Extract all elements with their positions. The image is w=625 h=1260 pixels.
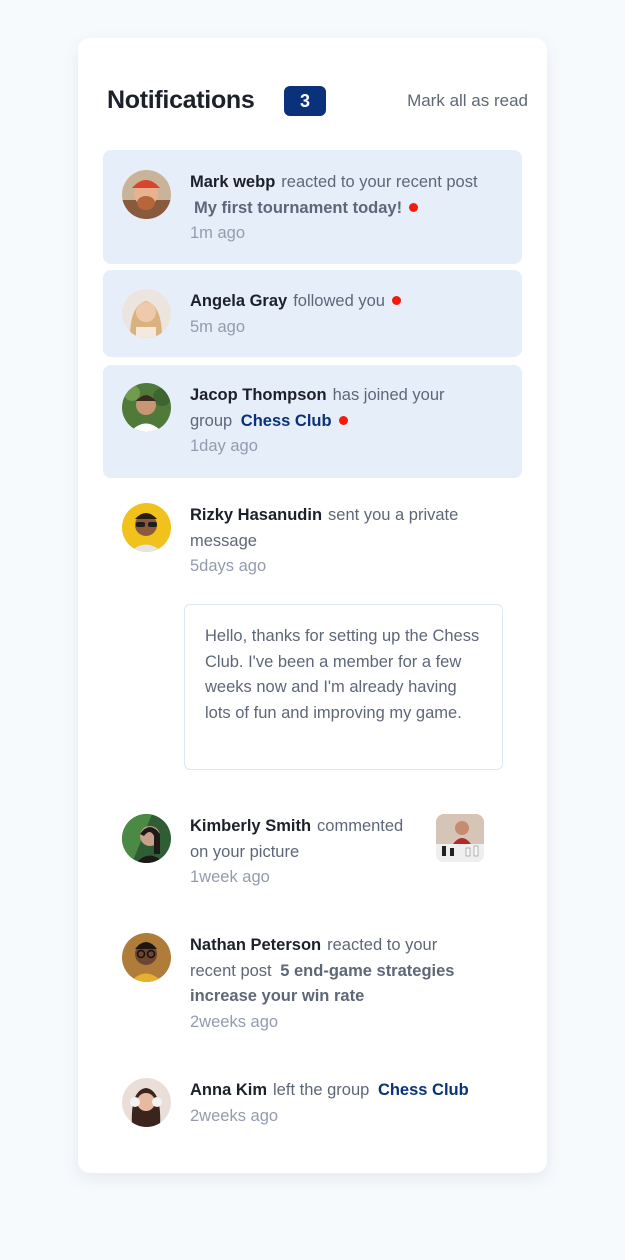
notification-time: 2weeks ago (190, 1106, 279, 1125)
notification-item[interactable]: Anna Kim left the group Chess Club 2weeks… (103, 1059, 522, 1149)
notification-action: reacted to your recent post (281, 173, 478, 191)
notification-author[interactable]: Nathan Peterson (190, 936, 321, 954)
notification-author[interactable]: Mark webp (190, 173, 275, 191)
avatar[interactable] (122, 289, 171, 338)
notification-item[interactable]: Rizky Hasanudin sent you a private messag… (103, 484, 522, 584)
notification-group-link[interactable]: Chess Club (378, 1081, 469, 1099)
avatar-jacop-thompson-icon (122, 383, 171, 432)
notification-group-link[interactable]: Chess Club (241, 412, 332, 430)
chess-photo-icon (436, 814, 484, 862)
notifications-header: Notifications 3 Mark all as read (107, 84, 528, 116)
avatar-nathan-peterson-icon (122, 933, 171, 982)
notification-author[interactable]: Rizky Hasanudin (190, 506, 322, 524)
unread-dot (338, 415, 348, 425)
page-title: Notifications (107, 86, 255, 114)
notification-author[interactable]: Angela Gray (190, 292, 287, 310)
notification-author[interactable]: Jacop Thompson (190, 386, 327, 404)
avatar[interactable] (122, 170, 171, 219)
avatar-kimberly-smith-icon (122, 814, 171, 863)
avatar-angela-gray-icon (122, 289, 171, 338)
avatar-mark-webp-icon (122, 170, 171, 219)
notification-time: 5days ago (190, 557, 267, 575)
private-message-preview[interactable]: Hello, thanks for setting up the Chess C… (184, 604, 503, 770)
notification-item[interactable]: Jacop Thompson has joined your group Ches… (103, 365, 522, 478)
avatar[interactable] (122, 814, 171, 863)
notification-item[interactable]: Mark webp reacted to your recent post My … (103, 150, 522, 264)
avatar[interactable] (122, 383, 171, 432)
notification-time: 5m ago (190, 317, 246, 336)
notification-time: 1week ago (190, 868, 270, 886)
notification-time: 2weeks ago (190, 1012, 279, 1031)
notification-time: 1day ago (190, 437, 258, 455)
unread-count-badge: 3 (284, 86, 326, 116)
notification-author[interactable]: Kimberly Smith (190, 817, 311, 835)
commented-picture-thumbnail[interactable] (436, 814, 484, 862)
unread-dot (409, 202, 419, 212)
notification-time: 1m ago (190, 224, 246, 242)
mark-all-read-button[interactable]: Mark all as read (407, 90, 528, 112)
notification-post-link[interactable]: My first tournament today! (194, 199, 402, 217)
avatar-rizky-hasanudin-icon (122, 503, 171, 552)
notifications-card: Notifications 3 Mark all as read Mark we… (78, 38, 547, 1173)
notification-item[interactable]: Nathan Peterson reacted to your recent po… (103, 914, 522, 1032)
avatar-anna-kim-icon (122, 1078, 171, 1127)
notification-item[interactable]: Angela Gray followed you 5m ago (103, 270, 522, 357)
avatar[interactable] (122, 933, 171, 982)
avatar[interactable] (122, 503, 171, 552)
notification-author[interactable]: Anna Kim (190, 1081, 267, 1099)
unread-dot (391, 296, 401, 305)
avatar[interactable] (122, 1078, 171, 1127)
notification-action: left the group (273, 1081, 370, 1099)
notification-action: followed you (293, 292, 385, 310)
